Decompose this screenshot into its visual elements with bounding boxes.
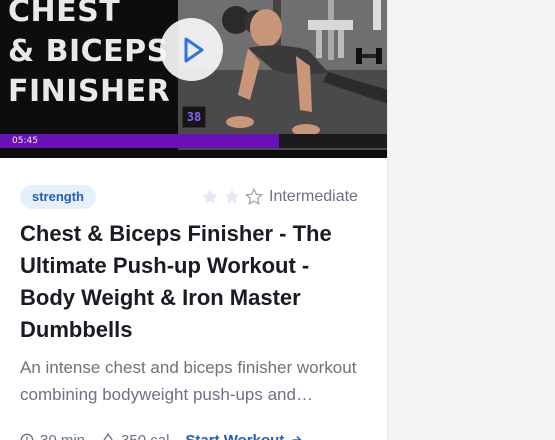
flame-icon [103, 433, 113, 440]
calories-meta: 350 cal [101, 432, 169, 440]
video-progress-bar[interactable]: 05:45 [0, 134, 387, 148]
video-progress-fill [0, 134, 280, 148]
start-workout-label: Start Workout [185, 431, 285, 440]
calories-value: 350 cal [121, 431, 170, 440]
video-thumbnail[interactable]: CHEST & BICEPS FINISHER 38 05:45 [0, 0, 387, 158]
play-button[interactable] [160, 18, 223, 81]
difficulty-stars [201, 188, 267, 206]
star-outline-icon [245, 188, 263, 205]
start-workout-link[interactable]: Start Workout [185, 432, 310, 440]
star-icon [202, 189, 218, 204]
workout-title[interactable]: Chest & Biceps Finisher - The Ultimate P… [20, 218, 370, 346]
category-tag[interactable]: strength [20, 185, 96, 209]
duration-meta: 30 min [20, 432, 85, 440]
play-icon [184, 37, 203, 62]
video-title-line: CHEST [8, 0, 121, 29]
video-title-line: FINISHER [8, 74, 171, 109]
video-duration: 05:45 [12, 136, 38, 146]
workout-card[interactable]: CHEST & BICEPS FINISHER 38 05:45 strengt… [0, 0, 388, 440]
card-footer: 30 min 350 cal Start Workout [20, 430, 370, 440]
duration-value: 30 min [40, 431, 86, 440]
star-icon [224, 189, 240, 204]
workout-description: An intense chest and biceps finisher wor… [20, 358, 357, 404]
difficulty-level: Intermediate [269, 188, 358, 205]
arrow-right-icon [292, 435, 302, 440]
timer-display: 38 [182, 106, 206, 128]
clock-icon [20, 433, 34, 440]
